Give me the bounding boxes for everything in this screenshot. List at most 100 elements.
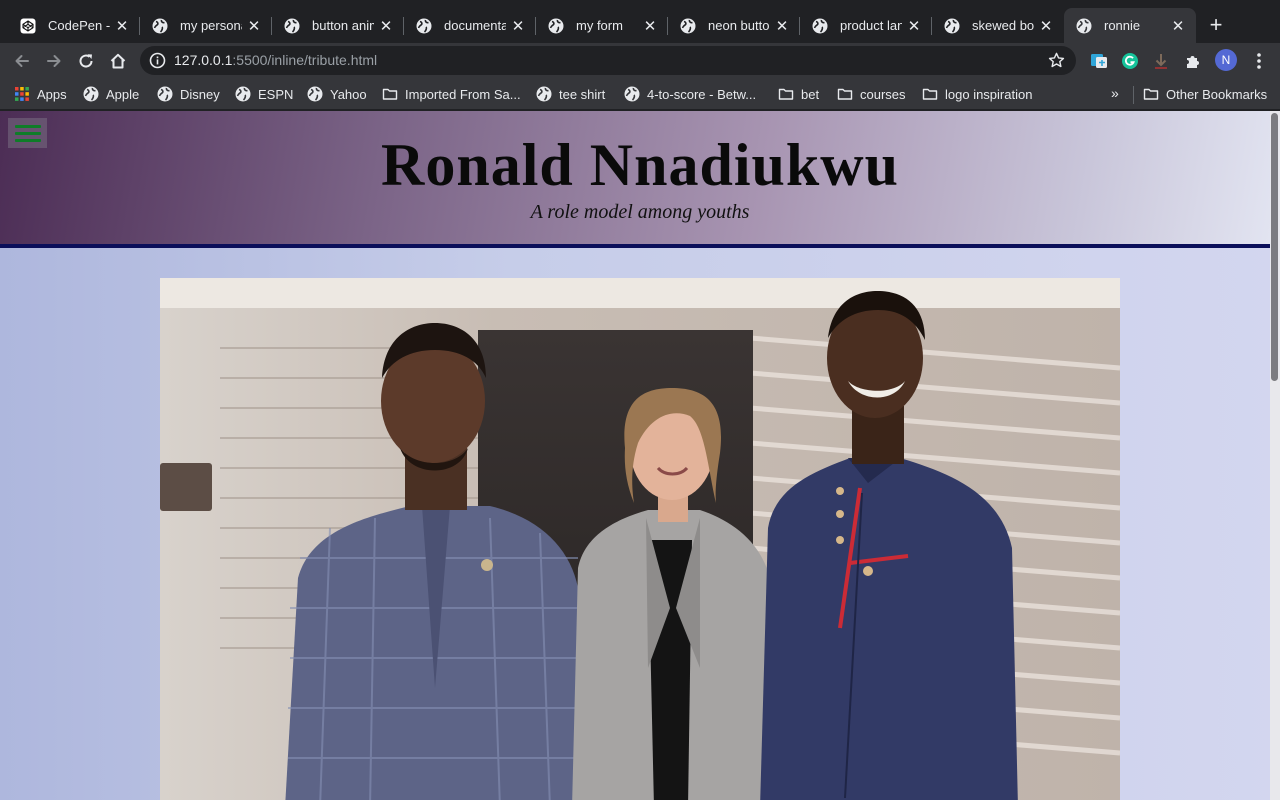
globe-icon: [416, 18, 432, 33]
tab-button-anim[interactable]: button anim ✕: [272, 8, 404, 43]
bookmark-folder-imported[interactable]: Imported From Sa...: [382, 85, 521, 103]
globe-icon: [235, 86, 251, 102]
scrollbar-thumb[interactable]: [1271, 113, 1278, 381]
globe-icon: [307, 86, 323, 102]
new-tab-button[interactable]: +: [1204, 14, 1228, 38]
bookmark-folder-logo-inspiration[interactable]: logo inspiration: [922, 85, 1032, 103]
globe-icon: [680, 18, 696, 33]
tab-title: CodePen - P: [48, 18, 110, 33]
bookmark-4-to-score[interactable]: 4-to-score - Betw...: [624, 85, 756, 103]
extension-grammarly[interactable]: [1120, 51, 1140, 71]
address-bar[interactable]: 127.0.0.1:5500/inline/tribute.html: [140, 46, 1076, 75]
tab-documentation[interactable]: documentat ✕: [404, 8, 536, 43]
close-tab-icon[interactable]: ✕: [510, 18, 526, 35]
header-rule: [0, 244, 1270, 248]
profile-avatar[interactable]: N: [1215, 49, 1237, 71]
bookmark-label: Imported From Sa...: [405, 86, 521, 102]
extensions-menu[interactable]: [1183, 51, 1203, 71]
translate-extension-icon: [1091, 54, 1107, 68]
bookmarks-bar: Apps Apple Disney ESPN Yahoo Imported Fr…: [0, 78, 1280, 110]
tab-strip: CodePen - P ✕ my personal ✕ button anim …: [0, 0, 1280, 43]
tab-ronnie[interactable]: ronnie ✕: [1064, 8, 1196, 43]
photo-illustration: [160, 278, 1120, 800]
globe-icon: [624, 86, 640, 102]
tab-title: my form: [576, 18, 623, 33]
tab-skewed-border[interactable]: skewed bor ✕: [932, 8, 1064, 43]
tab-my-personal[interactable]: my personal ✕: [140, 8, 272, 43]
bookmark-folder-bet[interactable]: bet: [778, 85, 819, 103]
close-tab-icon[interactable]: ✕: [378, 18, 394, 35]
page-tagline: A role model among youths: [530, 201, 750, 223]
room-ceiling: [160, 278, 1120, 308]
back-arrow-icon: [15, 55, 29, 67]
close-tab-icon[interactable]: ✕: [246, 18, 262, 35]
folder-icon: [1143, 88, 1159, 100]
url-host: 127.0.0.1: [174, 52, 233, 68]
bookmark-espn[interactable]: ESPN: [235, 85, 293, 103]
extension-download[interactable]: [1151, 51, 1171, 71]
bookmark-label: ESPN: [258, 86, 294, 102]
apps-grid-icon: [15, 87, 29, 101]
forward-button[interactable]: [41, 48, 67, 74]
globe-icon: [152, 18, 168, 33]
tab-neon-button[interactable]: neon button ✕: [668, 8, 800, 43]
bookmark-apps[interactable]: Apps: [14, 85, 67, 103]
bookmark-label: Yahoo: [330, 86, 367, 102]
bookmarks-overflow-button[interactable]: »: [1111, 85, 1119, 101]
bookmark-star-icon[interactable]: [1047, 51, 1066, 70]
bookmark-label: Other Bookmarks: [1166, 86, 1268, 102]
page-viewport: Ronald Nnadiukwu A role model among yout…: [0, 111, 1280, 800]
globe-icon: [83, 86, 99, 102]
globe-icon: [944, 18, 960, 33]
download-arrow-icon: [1155, 54, 1167, 69]
forward-arrow-icon: [47, 55, 61, 67]
tab-title: my personal: [180, 18, 242, 33]
globe-icon: [284, 18, 300, 33]
globe-icon: [536, 86, 552, 102]
close-tab-icon[interactable]: ✕: [114, 18, 130, 35]
bookmark-label: courses: [860, 86, 906, 102]
close-tab-icon[interactable]: ✕: [1170, 18, 1186, 35]
browser-toolbar: 127.0.0.1:5500/inline/tribute.html N: [0, 43, 1280, 78]
bookmark-tee-shirt[interactable]: tee shirt: [536, 85, 605, 103]
bookmark-label: Apple: [106, 86, 140, 102]
tab-my-form[interactable]: my form ✕: [536, 8, 668, 43]
globe-icon: [157, 86, 173, 102]
other-bookmarks-folder[interactable]: Other Bookmarks: [1143, 85, 1267, 103]
tab-title: documentat: [444, 18, 506, 33]
bookmark-label: Disney: [180, 86, 220, 102]
bookmark-yahoo[interactable]: Yahoo: [307, 85, 367, 103]
url-text[interactable]: 127.0.0.1:5500/inline/tribute.html: [174, 52, 377, 68]
reload-icon: [79, 54, 93, 68]
menu-bar: [14, 124, 41, 128]
tab-title: button anim: [312, 18, 374, 33]
folder-icon: [922, 88, 938, 100]
page-title: Ronald Nnadiukwu: [381, 132, 899, 198]
extension-translate[interactable]: [1089, 51, 1109, 71]
back-button[interactable]: [9, 48, 35, 74]
bookmark-folder-courses[interactable]: courses: [837, 85, 906, 103]
more-options-icon[interactable]: [1250, 51, 1268, 71]
bookmark-label: logo inspiration: [945, 86, 1033, 102]
home-button[interactable]: [105, 48, 131, 74]
grammarly-icon: [1122, 53, 1138, 69]
tab-codepen[interactable]: CodePen - P ✕: [8, 8, 140, 43]
tab-title: skewed bor: [972, 18, 1034, 33]
bookmark-label: tee shirt: [559, 86, 606, 102]
close-tab-icon[interactable]: ✕: [1038, 18, 1054, 35]
folder-icon: [382, 88, 398, 100]
bookmark-disney[interactable]: Disney: [157, 85, 220, 103]
tribute-photo: [160, 278, 1120, 800]
close-tab-icon[interactable]: ✕: [642, 18, 658, 35]
home-icon: [110, 53, 126, 69]
tab-title: product lan: [840, 18, 902, 33]
reload-button[interactable]: [73, 48, 99, 74]
tab-product-landing[interactable]: product lan ✕: [800, 8, 932, 43]
globe-icon: [1076, 18, 1092, 33]
info-icon[interactable]: [149, 52, 166, 69]
bookmark-label: bet: [801, 86, 820, 102]
bookmark-label: Apps: [37, 86, 67, 102]
bookmark-apple[interactable]: Apple: [83, 85, 139, 103]
close-tab-icon[interactable]: ✕: [906, 18, 922, 35]
close-tab-icon[interactable]: ✕: [774, 18, 790, 35]
